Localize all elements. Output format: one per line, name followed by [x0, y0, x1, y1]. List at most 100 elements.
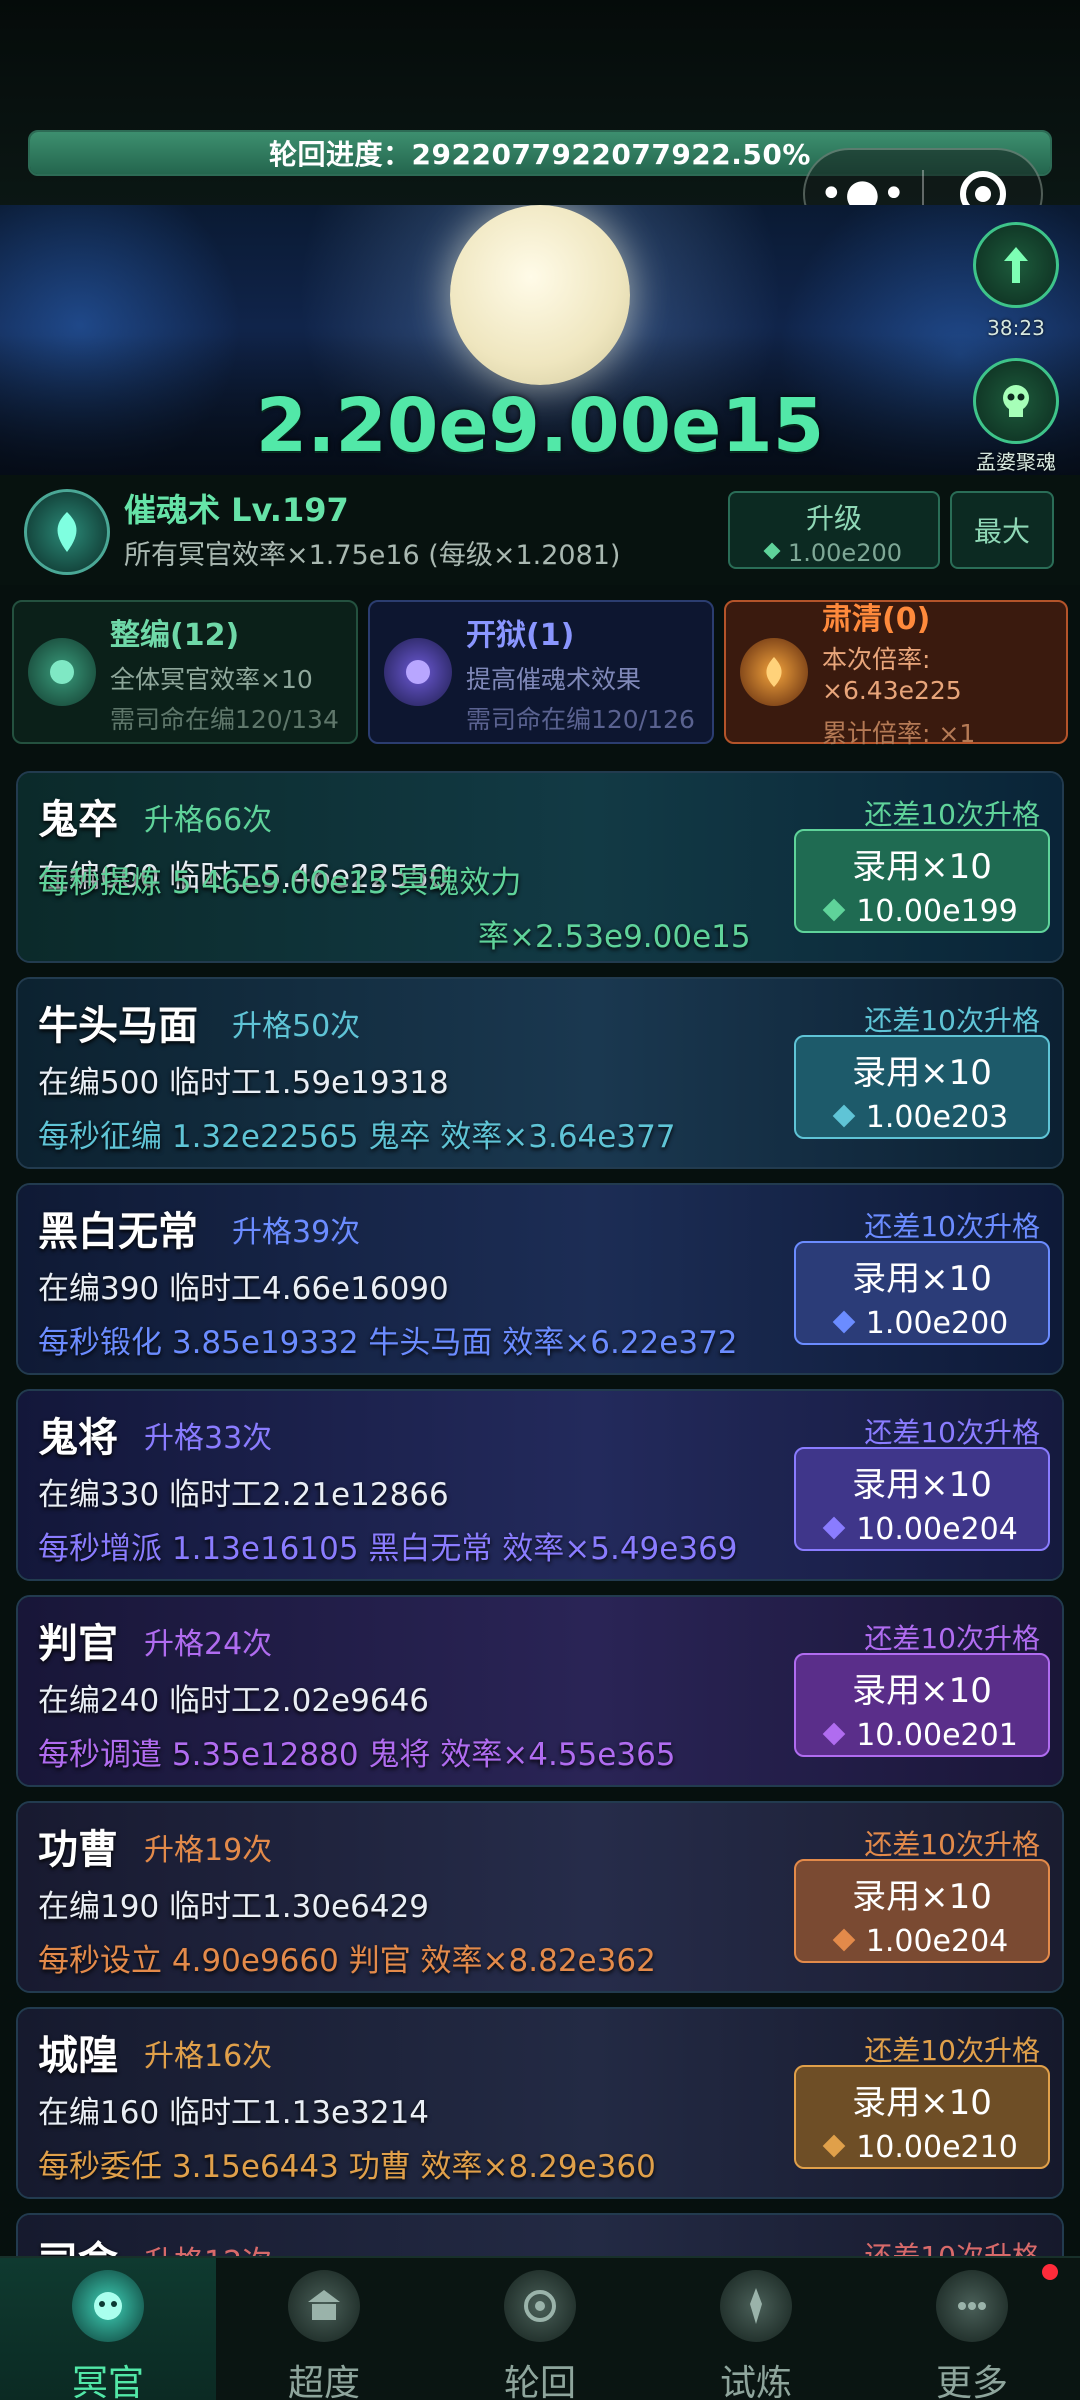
- hire-button[interactable]: 录用×10 1.00e204: [794, 1859, 1050, 1963]
- nav-label: 轮回: [503, 2363, 576, 2400]
- open-prison-card[interactable]: 开狱(1) 提高催魂术效果 需司命在编120/126: [368, 600, 714, 744]
- skull-icon: [1003, 385, 1029, 417]
- skill-name: 催魂术 Lv.197: [124, 491, 349, 529]
- soul-skill-row: 催魂术 Lv.197 所有冥官效率×1.75e16 (每级×1.2081) 升级…: [0, 475, 1080, 585]
- gem-icon: [822, 1722, 846, 1745]
- open-prison-effect: 提高催魂术效果: [466, 665, 642, 694]
- boost-button[interactable]: [973, 222, 1059, 308]
- gem-icon: [822, 1516, 846, 1539]
- staff-count: 在编160 临时工1.13e3214: [38, 2095, 430, 2131]
- bottom-nav: 冥官 超度 轮回 试炼 更多: [0, 2256, 1080, 2400]
- purge-total-multiplier: 累计倍率: ×1: [822, 719, 976, 748]
- purge-current-label: 本次倍率:: [822, 645, 931, 674]
- nav-lunhui[interactable]: 轮回: [432, 2258, 648, 2400]
- hire-label: 录用×10: [852, 1671, 992, 1711]
- upgrade-count: 升格24次: [144, 1627, 273, 1662]
- nav-label: 更多: [935, 2363, 1008, 2400]
- hire-cost: 1.00e200: [865, 1306, 1009, 1341]
- hire-label: 录用×10: [852, 1259, 992, 1299]
- unit-name: 黑白无常: [38, 1209, 198, 1255]
- recruit-row-ox-horse: 牛头马面 升格50次 在编500 临时工1.59e19318 每秒征编 1.32…: [16, 977, 1064, 1169]
- production-rate: 每秒提炼 5.46e9.00e15 冥魂效力: [38, 865, 522, 901]
- production-rate: 每秒设立 4.90e9660 判官 效率×8.82e362: [38, 1943, 656, 1979]
- hire-cost: 1.00e204: [865, 1924, 1009, 1959]
- hire-button[interactable]: 录用×10 10.00e201: [794, 1653, 1050, 1757]
- staff-count: 在编190 临时工1.30e6429: [38, 1889, 430, 1925]
- upgrade-count: 升格16次: [144, 2039, 273, 2074]
- moon-icon: [450, 205, 630, 385]
- hire-button[interactable]: 录用×10 10.00e199: [794, 829, 1050, 933]
- reorganize-requirement: 需司命在编120/134: [110, 705, 339, 734]
- upgrade-count: 升格66次: [144, 803, 273, 838]
- unit-name: 判官: [38, 1621, 118, 1667]
- mengpo-soul-label: 孟婆聚魂: [976, 450, 1056, 474]
- purge-title: 肃清(0): [822, 602, 931, 637]
- trial-icon: [720, 2270, 792, 2342]
- temple-icon: [288, 2270, 360, 2342]
- recruit-row-gongcao: 功曹 升格19次 在编190 临时工1.30e6429 每秒设立 4.90e96…: [16, 1801, 1064, 1993]
- production-rate-tail: 率×2.53e9.00e15: [478, 919, 751, 955]
- more-icon: [936, 2270, 1008, 2342]
- purge-flame-icon: [740, 638, 808, 706]
- unit-name: 城隍: [38, 2033, 118, 2079]
- upgrade-count: 升格39次: [232, 1215, 361, 1250]
- remaining-upgrade: 还差10次升格: [864, 1622, 1040, 1655]
- skill-upgrade-button[interactable]: 升级 1.00e200: [728, 491, 940, 569]
- unit-name: 牛头马面: [38, 1003, 198, 1049]
- gem-icon: [822, 898, 846, 921]
- ghost-official-icon: [72, 2270, 144, 2342]
- nav-mingguan[interactable]: 冥官: [0, 2258, 216, 2400]
- staff-count: 在编240 临时工2.02e9646: [38, 1683, 430, 1719]
- hire-label: 录用×10: [852, 1465, 992, 1505]
- hire-cost: 10.00e199: [856, 894, 1018, 929]
- recruit-row-ghost-soldier: 鬼卒 升格66次 在编660 临时工5.46e22550 每秒提炼 5.46e9…: [16, 771, 1064, 963]
- hire-button[interactable]: 录用×10 1.00e200: [794, 1241, 1050, 1345]
- skill-description: 所有冥官效率×1.75e16 (每级×1.2081): [124, 540, 621, 571]
- soul-skill-icon: [24, 489, 110, 575]
- boost-arrows-icon: [1004, 247, 1028, 283]
- gem-icon: [822, 2134, 846, 2157]
- staff-count: 在编390 临时工4.66e16090: [38, 1271, 449, 1307]
- hire-button[interactable]: 录用×10 10.00e210: [794, 2065, 1050, 2169]
- upgrade-count: 升格50次: [232, 1009, 361, 1044]
- max-upgrade-button[interactable]: 最大: [950, 491, 1054, 569]
- production-rate: 每秒锻化 3.85e19332 牛头马面 效率×6.22e372: [38, 1325, 738, 1361]
- production-rate: 每秒委任 3.15e6443 功曹 效率×8.29e360: [38, 2149, 656, 2185]
- hire-button[interactable]: 录用×10 1.00e203: [794, 1035, 1050, 1139]
- reorganize-icon: [28, 638, 96, 706]
- purge-card[interactable]: 肃清(0) 本次倍率: ×6.43e225 累计倍率: ×1: [724, 600, 1068, 748]
- remaining-upgrade: 还差10次升格: [864, 1210, 1040, 1243]
- recruit-row-chenghuang: 城隍 升格16次 在编160 临时工1.13e3214 每秒委任 3.15e64…: [16, 2007, 1064, 2199]
- reorganize-card[interactable]: 整编(12) 全体冥官效率×10 需司命在编120/134: [12, 600, 358, 744]
- remaining-upgrade: 还差10次升格: [864, 2034, 1040, 2067]
- reorganize-title: 整编(12): [110, 618, 240, 653]
- remaining-upgrade: 还差10次升格: [864, 798, 1040, 831]
- open-prison-icon: [384, 638, 452, 706]
- nav-shilian[interactable]: 试炼: [648, 2258, 864, 2400]
- open-prison-requirement: 需司命在编120/126: [466, 705, 695, 734]
- reorganize-effect: 全体冥官效率×10: [110, 665, 313, 694]
- hire-label: 录用×10: [852, 1053, 992, 1093]
- hire-cost: 1.00e203: [865, 1100, 1009, 1135]
- upgrade-count: 升格19次: [144, 1833, 273, 1868]
- purge-current-multiplier: ×6.43e225: [822, 676, 962, 705]
- gem-icon: [832, 1310, 856, 1333]
- remaining-upgrade: 还差10次升格: [864, 1004, 1040, 1037]
- hire-cost: 10.00e204: [856, 1512, 1018, 1547]
- unit-name: 鬼卒: [38, 797, 118, 843]
- recruit-row-black-white: 黑白无常 升格39次 在编390 临时工4.66e16090 每秒锻化 3.85…: [16, 1183, 1064, 1375]
- staff-count: 在编330 临时工2.21e12866: [38, 1477, 449, 1513]
- mengpo-soul-button[interactable]: [973, 358, 1059, 444]
- unit-name: 鬼将: [38, 1415, 118, 1461]
- gem-icon: [832, 1104, 856, 1127]
- hire-button[interactable]: 录用×10 10.00e204: [794, 1447, 1050, 1551]
- nav-label: 超度: [287, 2363, 360, 2400]
- remaining-upgrade: 还差10次升格: [864, 1828, 1040, 1861]
- nav-chaodu[interactable]: 超度: [216, 2258, 432, 2400]
- hire-label: 录用×10: [852, 847, 992, 887]
- gem-icon: [832, 1928, 856, 1951]
- soul-power-total: 2.20e9.00e15: [255, 383, 825, 469]
- hire-cost: 10.00e210: [856, 2130, 1018, 2165]
- remaining-upgrade: 还差10次升格: [864, 1416, 1040, 1449]
- hire-label: 录用×10: [852, 1877, 992, 1917]
